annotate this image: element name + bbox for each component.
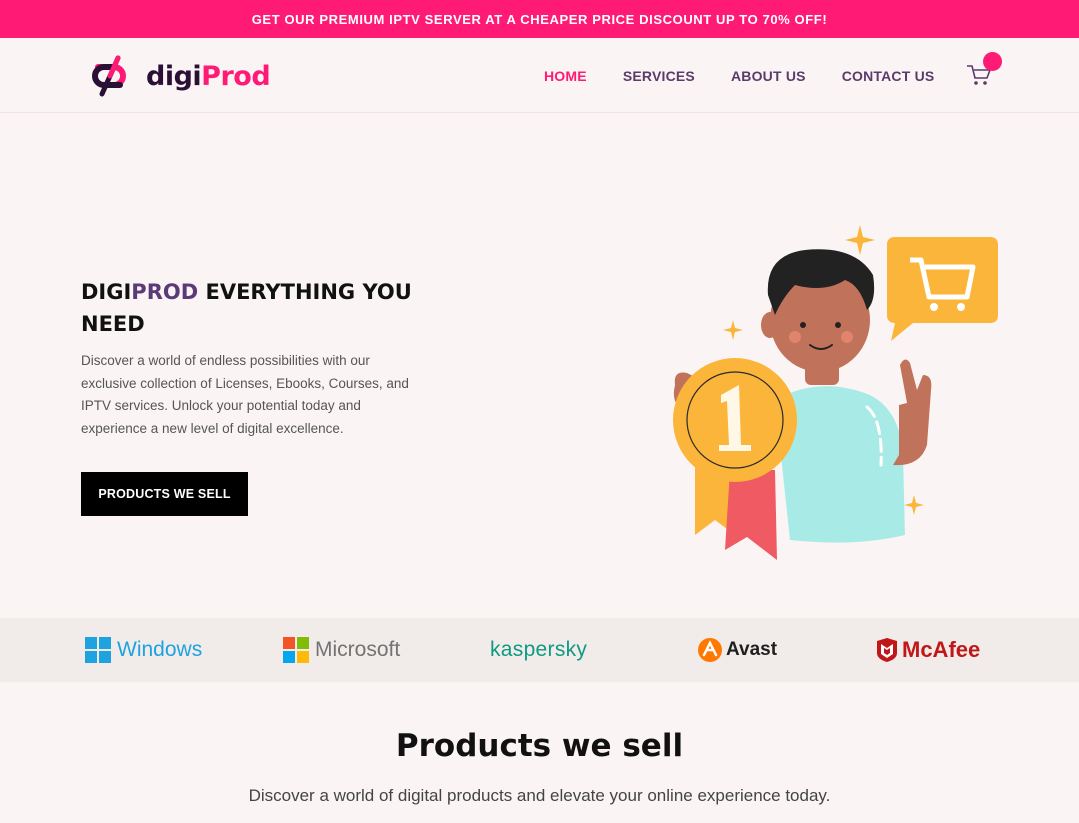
brand-kaspersky: kaspersky xyxy=(484,618,587,682)
brand-microsoft: Microsoft xyxy=(283,618,400,682)
brand-name: Microsoft xyxy=(315,638,401,661)
brand-avast: Avast xyxy=(698,618,777,682)
brand-name: kaspersky xyxy=(490,638,588,661)
cart-button[interactable] xyxy=(965,52,1005,92)
products-we-sell-button[interactable]: PRODUCTS WE SELL xyxy=(81,472,248,516)
products-section-subtitle: Discover a world of digital products and… xyxy=(248,786,831,805)
windows-logo-icon xyxy=(85,637,111,663)
logo-text-prod: Prod xyxy=(201,60,271,92)
nav-services[interactable]: SERVICES xyxy=(623,68,695,84)
cart-speech-bubble xyxy=(887,237,998,341)
sparkle-icon xyxy=(904,495,924,515)
cart-count-badge xyxy=(983,52,1002,71)
logo-text: digiProd xyxy=(146,60,271,92)
promo-banner: GET OUR PREMIUM IPTV SERVER AT A CHEAPER… xyxy=(0,0,1079,38)
hero-description: Discover a world of endless possibilitie… xyxy=(81,353,409,436)
brand-name: Avast xyxy=(726,639,778,660)
hero-title-digi: DIGI xyxy=(81,280,132,304)
products-section-title: Products we sell xyxy=(395,728,684,764)
nav-about-us[interactable]: ABOUT US xyxy=(731,68,806,84)
promo-text: GET OUR PREMIUM IPTV SERVER AT A CHEAPER… xyxy=(251,11,828,27)
sparkle-icon xyxy=(723,320,743,340)
hero-title: DIGIPROD EVERYTHING YOU NEED xyxy=(81,276,441,340)
logo-mark-icon xyxy=(92,55,126,97)
brand-logos-strip: Windows Microsoft kaspersky Avast McAfee xyxy=(0,618,1079,682)
brand-name: Windows xyxy=(117,638,203,661)
brand-mcafee: McAfee xyxy=(876,618,980,682)
nav-contact-us[interactable]: CONTACT US xyxy=(842,68,935,84)
logo-text-digi: digi xyxy=(146,60,202,92)
hero-illustration xyxy=(673,225,998,560)
sparkle-icon xyxy=(845,225,875,255)
site-header: digiProd HOME SERVICES ABOUT US CONTACT … xyxy=(0,38,1079,113)
brand-name: McAfee xyxy=(902,637,981,662)
brand-windows: Windows xyxy=(85,618,202,682)
main-nav: HOME SERVICES ABOUT US CONTACT US xyxy=(544,38,970,113)
avast-logo-icon xyxy=(698,638,722,662)
mcafee-shield-icon xyxy=(877,638,897,662)
nav-home[interactable]: HOME xyxy=(544,68,587,84)
hero-title-prod: PROD xyxy=(131,280,199,304)
microsoft-logo-icon xyxy=(283,637,309,663)
site-logo[interactable]: digiProd xyxy=(82,55,271,97)
